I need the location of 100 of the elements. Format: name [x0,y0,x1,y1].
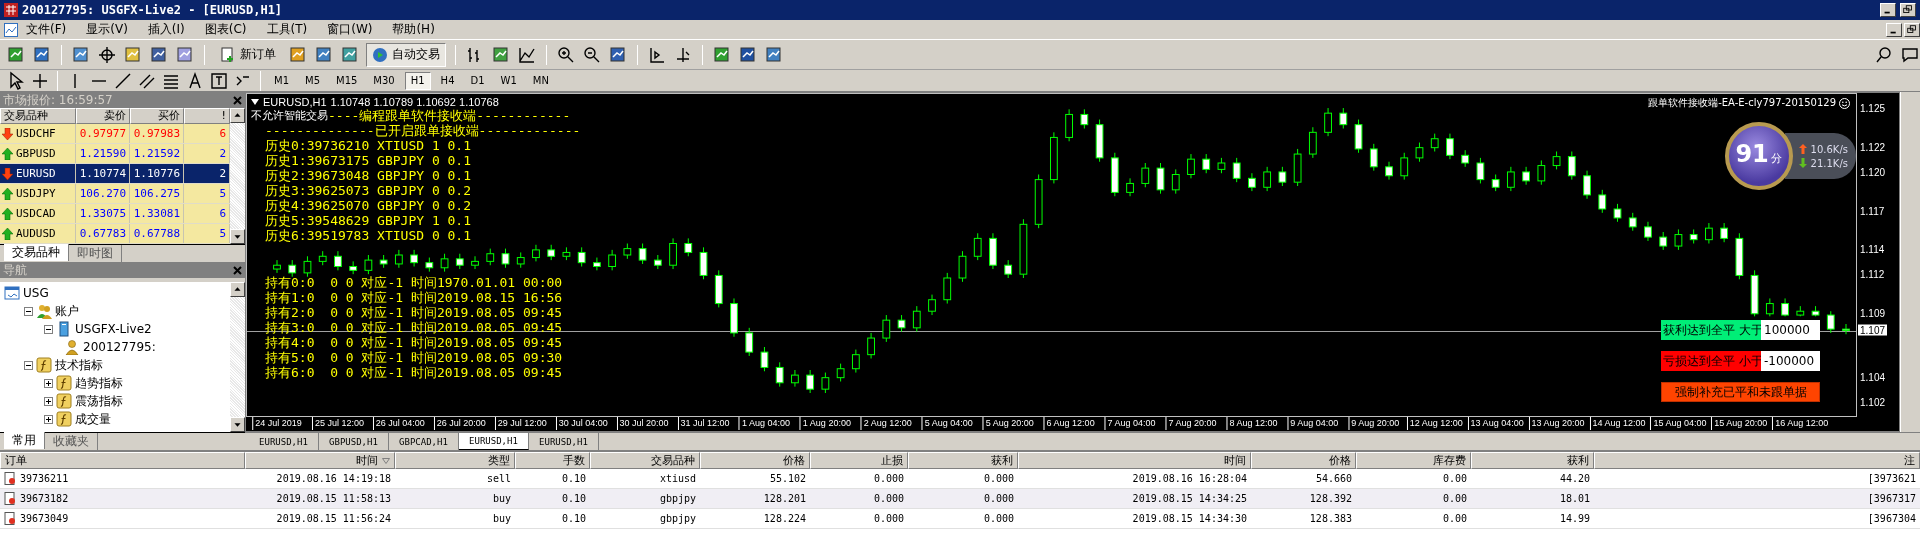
threshold-input[interactable]: 100000 [1761,320,1820,340]
symbol-name: EURUSD [16,167,56,180]
timeframe-button[interactable]: W1 [494,71,523,90]
column-header[interactable]: 价格 [700,452,810,469]
collapse-icon[interactable] [24,360,33,370]
tree-item[interactable]: USG [23,286,49,300]
close-icon[interactable] [233,95,242,105]
table-cell-text: 128.383 [1308,513,1353,524]
menu-item[interactable]: 窗口(W) [321,20,385,39]
close-icon[interactable] [233,265,242,275]
column-header[interactable]: 卖价 [76,108,130,124]
column-header[interactable]: 交易品种 [0,108,76,124]
zoom-out-icon[interactable] [582,44,602,65]
tree-item[interactable]: 成交量 [75,410,111,428]
timeframe-button[interactable]: MN [526,71,555,90]
column-header[interactable]: 注 [1594,452,1920,469]
scrollbar[interactable] [230,282,245,432]
ask-price: 1.33081 [130,204,184,223]
column-header[interactable]: 手数 [515,452,590,469]
close-rule-button[interactable]: 获利达到全平 大于 [1661,320,1761,340]
candle [1324,107,1332,137]
column-header[interactable]: 类型 [395,452,515,469]
collapse-icon[interactable] [44,324,53,334]
symbol-row[interactable]: USDCAD 1.33075 1.33081 6 [0,204,230,224]
candle [532,244,540,262]
restore-icon[interactable] [1900,3,1916,17]
force-sync-button[interactable]: 强制补充已平和未跟单据 [1661,382,1820,402]
menu-item[interactable]: 文件(F) [20,20,79,39]
timeframe-button[interactable]: M1 [268,71,295,90]
column-header[interactable]: 时间 [1018,452,1251,469]
document-plus-icon [220,46,236,63]
column-header[interactable]: 库存费 [1356,452,1471,469]
dropdown-icon[interactable] [251,98,259,105]
menu-item[interactable]: 帮助(H) [386,20,447,39]
tree-item[interactable]: 账户 [55,302,79,320]
new-order-button[interactable]: 新订单 [214,42,282,67]
symbol-row[interactable]: USDCHF 0.97977 0.97983 6 [0,124,230,144]
column-header[interactable]: ! [184,108,230,124]
score-unit: 分 [1770,151,1782,166]
timeframe-button[interactable]: M30 [367,71,401,90]
column-header[interactable]: 买价 [130,108,184,124]
menu-item[interactable]: 插入(I) [141,20,197,39]
candle [745,327,754,357]
symbol-row[interactable]: AUDUSD 0.67783 0.67788 5 [0,224,230,244]
threshold-input[interactable]: -100000 [1761,351,1820,371]
panel-tab[interactable]: 交易品种 [4,244,69,261]
time-axis-label: 8 Aug 12:00 [1226,417,1278,430]
market-watch-title: 市场报价: 16:59:57 [3,91,113,109]
candle [1826,310,1835,334]
column-header[interactable]: 获利 [908,452,1018,469]
menu-item[interactable]: 工具(T) [260,20,320,39]
auto-trading-button[interactable]: 自动交易 [366,42,446,67]
column-header[interactable]: 止损 [810,452,908,469]
minimize-icon[interactable] [1880,3,1896,17]
tree-item[interactable]: 技术指标 [55,356,103,374]
chart-tab[interactable]: EURUSD,H1 [459,433,529,450]
menu-item[interactable]: 图表(C) [198,20,259,39]
expand-icon[interactable] [44,396,53,406]
search-icon[interactable] [1874,44,1894,65]
zoom-in-icon[interactable] [556,44,576,65]
close-rule-button[interactable]: 亏损达到全平 小于 [1661,351,1761,371]
symbol-name: GBPUSD [16,147,56,160]
restore-icon[interactable] [1904,22,1920,37]
upload-speed: 10.6K/s [1810,143,1848,155]
tree-item[interactable]: USGFX-Live2 [75,322,152,336]
symbol-row[interactable]: GBPUSD 1.21590 1.21592 2 [0,144,230,164]
timeframe-button[interactable]: H1 [404,71,431,90]
scroll-up-icon[interactable] [230,282,245,297]
symbol-row[interactable]: USDJPY 106.270 106.275 5 [0,184,230,204]
panel-tab[interactable]: 常用 [4,432,45,449]
timeframe-button[interactable]: M5 [299,71,326,90]
collapse-icon[interactable] [24,306,33,316]
bid-price: 1.21590 [76,144,130,163]
scrollbar[interactable] [230,108,245,244]
timeframe-button[interactable]: D1 [464,71,491,90]
expand-icon[interactable] [44,378,53,388]
timeframe-button[interactable]: H4 [434,71,461,90]
label-tool-icon[interactable] [209,70,229,91]
column-header[interactable]: 价格 [1251,452,1356,469]
column-header[interactable]: 订单 [0,452,245,469]
menu-item[interactable]: 显示(V) [80,20,140,39]
tree-item[interactable]: 震荡指标 [75,392,123,410]
scroll-down-icon[interactable] [230,417,245,432]
column-header[interactable]: 获利 [1471,452,1594,469]
expand-icon[interactable] [44,414,53,424]
timeframe-button[interactable]: M15 [330,71,364,90]
tree-item[interactable]: 趋势指标 [75,374,123,392]
scroll-down-icon[interactable] [230,229,245,244]
column-header[interactable]: 时间 [245,452,395,469]
minimize-icon[interactable] [1886,22,1902,37]
time-axis-label: 7 Aug 04:00 [1104,417,1156,430]
window-title: 200127795: USGFX-Live2 - [EURUSD,H1] [22,3,284,17]
candle [653,254,662,270]
crosshair-icon[interactable] [97,44,117,65]
tree-item[interactable]: 200127795: [83,340,156,354]
column-header[interactable]: 交易品种 [590,452,700,469]
symbol-row[interactable]: EURUSD 1.10774 1.10776 2 [0,164,230,184]
candle [455,253,464,270]
scroll-up-icon[interactable] [230,108,245,123]
sort-icon[interactable] [382,457,390,464]
